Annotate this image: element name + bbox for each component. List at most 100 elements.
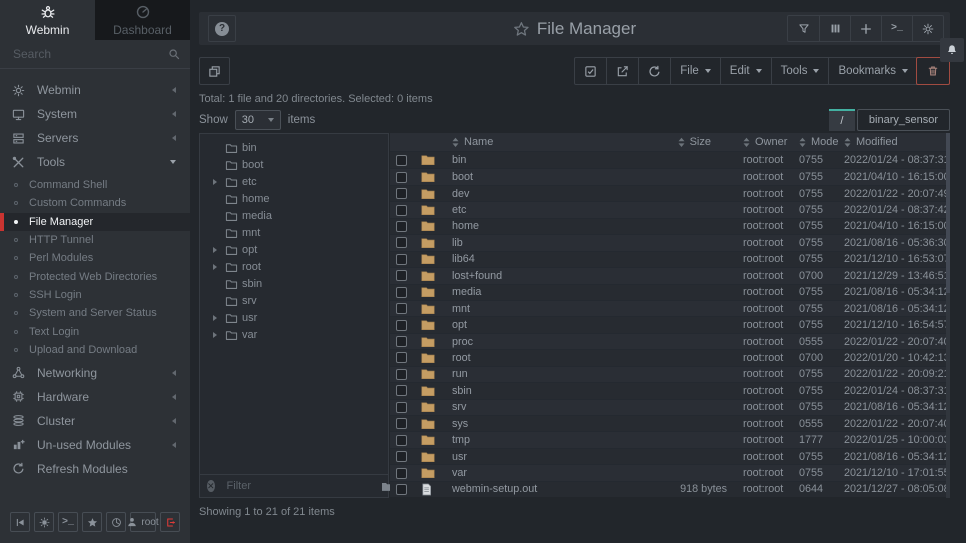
table-row[interactable]: mnt root:root 0755 2021/08/16 - 05:34:12 [390, 300, 950, 316]
tree-caret-icon[interactable] [213, 264, 225, 270]
terminal-button-header[interactable]: >_ [881, 16, 912, 41]
file-name[interactable]: var [444, 467, 636, 479]
file-name[interactable]: bin [444, 154, 636, 166]
row-checkbox[interactable] [396, 205, 407, 216]
sidebar-item-hardware[interactable]: Hardware [0, 385, 190, 409]
settings-gear-button[interactable] [912, 16, 943, 41]
tree-caret-icon[interactable] [213, 298, 225, 304]
sidebar-item-tools[interactable]: Tools [0, 150, 190, 174]
sidebar-submenu-item[interactable]: Command Shell [0, 176, 190, 194]
tree-item[interactable]: opt [200, 241, 388, 258]
table-row[interactable]: lost+found root:root 0700 2021/12/29 - 1… [390, 267, 950, 283]
row-checkbox[interactable] [396, 385, 407, 396]
columns-button[interactable] [819, 16, 850, 41]
language-globe-button[interactable] [106, 512, 126, 532]
row-checkbox[interactable] [396, 172, 407, 183]
row-checkbox[interactable] [396, 468, 407, 479]
help-button[interactable]: ? [208, 15, 236, 42]
table-row[interactable]: media root:root 0755 2021/08/16 - 05:34:… [390, 284, 950, 300]
file-name[interactable]: tmp [444, 434, 636, 446]
table-row[interactable]: usr root:root 0755 2021/08/16 - 05:34:12 [390, 448, 950, 464]
table-row[interactable]: var root:root 0755 2021/12/10 - 17:01:55 [390, 464, 950, 480]
table-row[interactable]: srv root:root 0755 2021/08/16 - 05:34:12 [390, 399, 950, 415]
column-header-mode[interactable]: Mode [793, 136, 838, 148]
tree-caret-icon[interactable] [213, 162, 225, 168]
table-row[interactable]: webmin-setup.out 918 bytes root:root 064… [390, 481, 950, 497]
tree-caret-icon[interactable] [213, 247, 225, 253]
tree-caret-icon[interactable] [213, 196, 225, 202]
sidebar-submenu-item[interactable]: HTTP Tunnel [0, 231, 190, 249]
table-row[interactable]: sys root:root 0555 2022/01/22 - 20:07:40 [390, 415, 950, 431]
row-checkbox[interactable] [396, 418, 407, 429]
table-scrollbar[interactable] [946, 133, 950, 498]
menu-file[interactable]: File [670, 58, 720, 84]
row-checkbox[interactable] [396, 320, 407, 331]
table-row[interactable]: opt root:root 0755 2021/12/10 - 16:54:57 [390, 316, 950, 332]
row-checkbox[interactable] [396, 254, 407, 265]
file-name[interactable]: lib [444, 237, 636, 249]
tree-item[interactable]: home [200, 190, 388, 207]
table-row[interactable]: lib64 root:root 0755 2021/12/10 - 16:53:… [390, 251, 950, 267]
sidebar-item-networking[interactable]: Networking [0, 361, 190, 385]
tree-caret-icon[interactable] [213, 145, 225, 151]
column-header-size[interactable]: Size [636, 136, 731, 148]
copy-path-button[interactable] [199, 57, 230, 85]
file-name[interactable]: usr [444, 451, 636, 463]
tree-item[interactable]: etc [200, 173, 388, 190]
path-root-button[interactable]: / [829, 109, 855, 131]
theme-sun-icon-button[interactable] [34, 512, 54, 532]
sidebar-item-servers[interactable]: Servers [0, 126, 190, 150]
menu-tools[interactable]: Tools [771, 58, 829, 84]
refresh-button[interactable] [638, 58, 670, 84]
table-row[interactable]: boot root:root 0755 2021/04/10 - 16:15:0… [390, 168, 950, 184]
file-name[interactable]: lib64 [444, 253, 636, 265]
notifications-bell-button[interactable] [940, 38, 964, 62]
filter-funnel-button[interactable] [788, 16, 819, 41]
tree-item[interactable]: bin [200, 139, 388, 156]
column-header-name[interactable]: Name [444, 136, 636, 148]
file-name[interactable]: media [444, 286, 636, 298]
row-checkbox[interactable] [396, 221, 407, 232]
sidebar-submenu-item[interactable]: Perl Modules [0, 249, 190, 267]
row-checkbox[interactable] [396, 336, 407, 347]
table-row[interactable]: home root:root 0755 2021/04/10 - 16:15:0… [390, 218, 950, 234]
file-name[interactable]: boot [444, 171, 636, 183]
table-row[interactable]: bin root:root 0755 2022/01/24 - 08:37:31 [390, 152, 950, 168]
column-header-owner[interactable]: Owner [731, 136, 793, 148]
row-checkbox[interactable] [396, 402, 407, 413]
select-all-button[interactable] [575, 58, 606, 84]
table-row[interactable]: sbin root:root 0755 2022/01/24 - 08:37:3… [390, 382, 950, 398]
tree-item[interactable]: sbin [200, 275, 388, 292]
tree-item[interactable]: boot [200, 156, 388, 173]
sidebar-submenu-item[interactable]: SSH Login [0, 286, 190, 304]
row-checkbox[interactable] [396, 435, 407, 446]
menu-bookmarks[interactable]: Bookmarks [828, 58, 917, 84]
tree-caret-icon[interactable] [213, 213, 225, 219]
sidebar-item-webmin[interactable]: Webmin [0, 78, 190, 102]
file-name[interactable]: sbin [444, 385, 636, 397]
clear-filter-icon[interactable]: ✕ [207, 480, 215, 492]
tree-caret-icon[interactable] [213, 315, 225, 321]
favorite-star-icon[interactable] [513, 21, 529, 37]
tree-caret-icon[interactable] [213, 179, 225, 185]
tree-caret-icon[interactable] [213, 332, 225, 338]
sidebar-item-system[interactable]: System [0, 102, 190, 126]
row-checkbox[interactable] [396, 287, 407, 298]
sidebar-submenu-item[interactable]: Custom Commands [0, 194, 190, 212]
tree-caret-icon[interactable] [213, 230, 225, 236]
sidebar-submenu-item[interactable]: File Manager [0, 213, 190, 231]
file-name[interactable]: dev [444, 188, 636, 200]
tree-item[interactable]: media [200, 207, 388, 224]
file-name[interactable]: lost+found [444, 270, 636, 282]
file-name[interactable]: mnt [444, 303, 636, 315]
row-checkbox[interactable] [396, 237, 407, 248]
sidebar-item-unused-modules[interactable]: Un-used Modules [0, 433, 190, 457]
tree-filter-input[interactable] [227, 480, 369, 492]
tree-item[interactable]: root [200, 258, 388, 275]
table-row[interactable]: run root:root 0755 2022/01/22 - 20:09:21 [390, 366, 950, 382]
table-row[interactable]: proc root:root 0555 2022/01/22 - 20:07:4… [390, 333, 950, 349]
tree-item[interactable]: srv [200, 292, 388, 309]
row-checkbox[interactable] [396, 352, 407, 363]
file-name[interactable]: run [444, 368, 636, 380]
sidebar-submenu-item[interactable]: System and Server Status [0, 304, 190, 322]
